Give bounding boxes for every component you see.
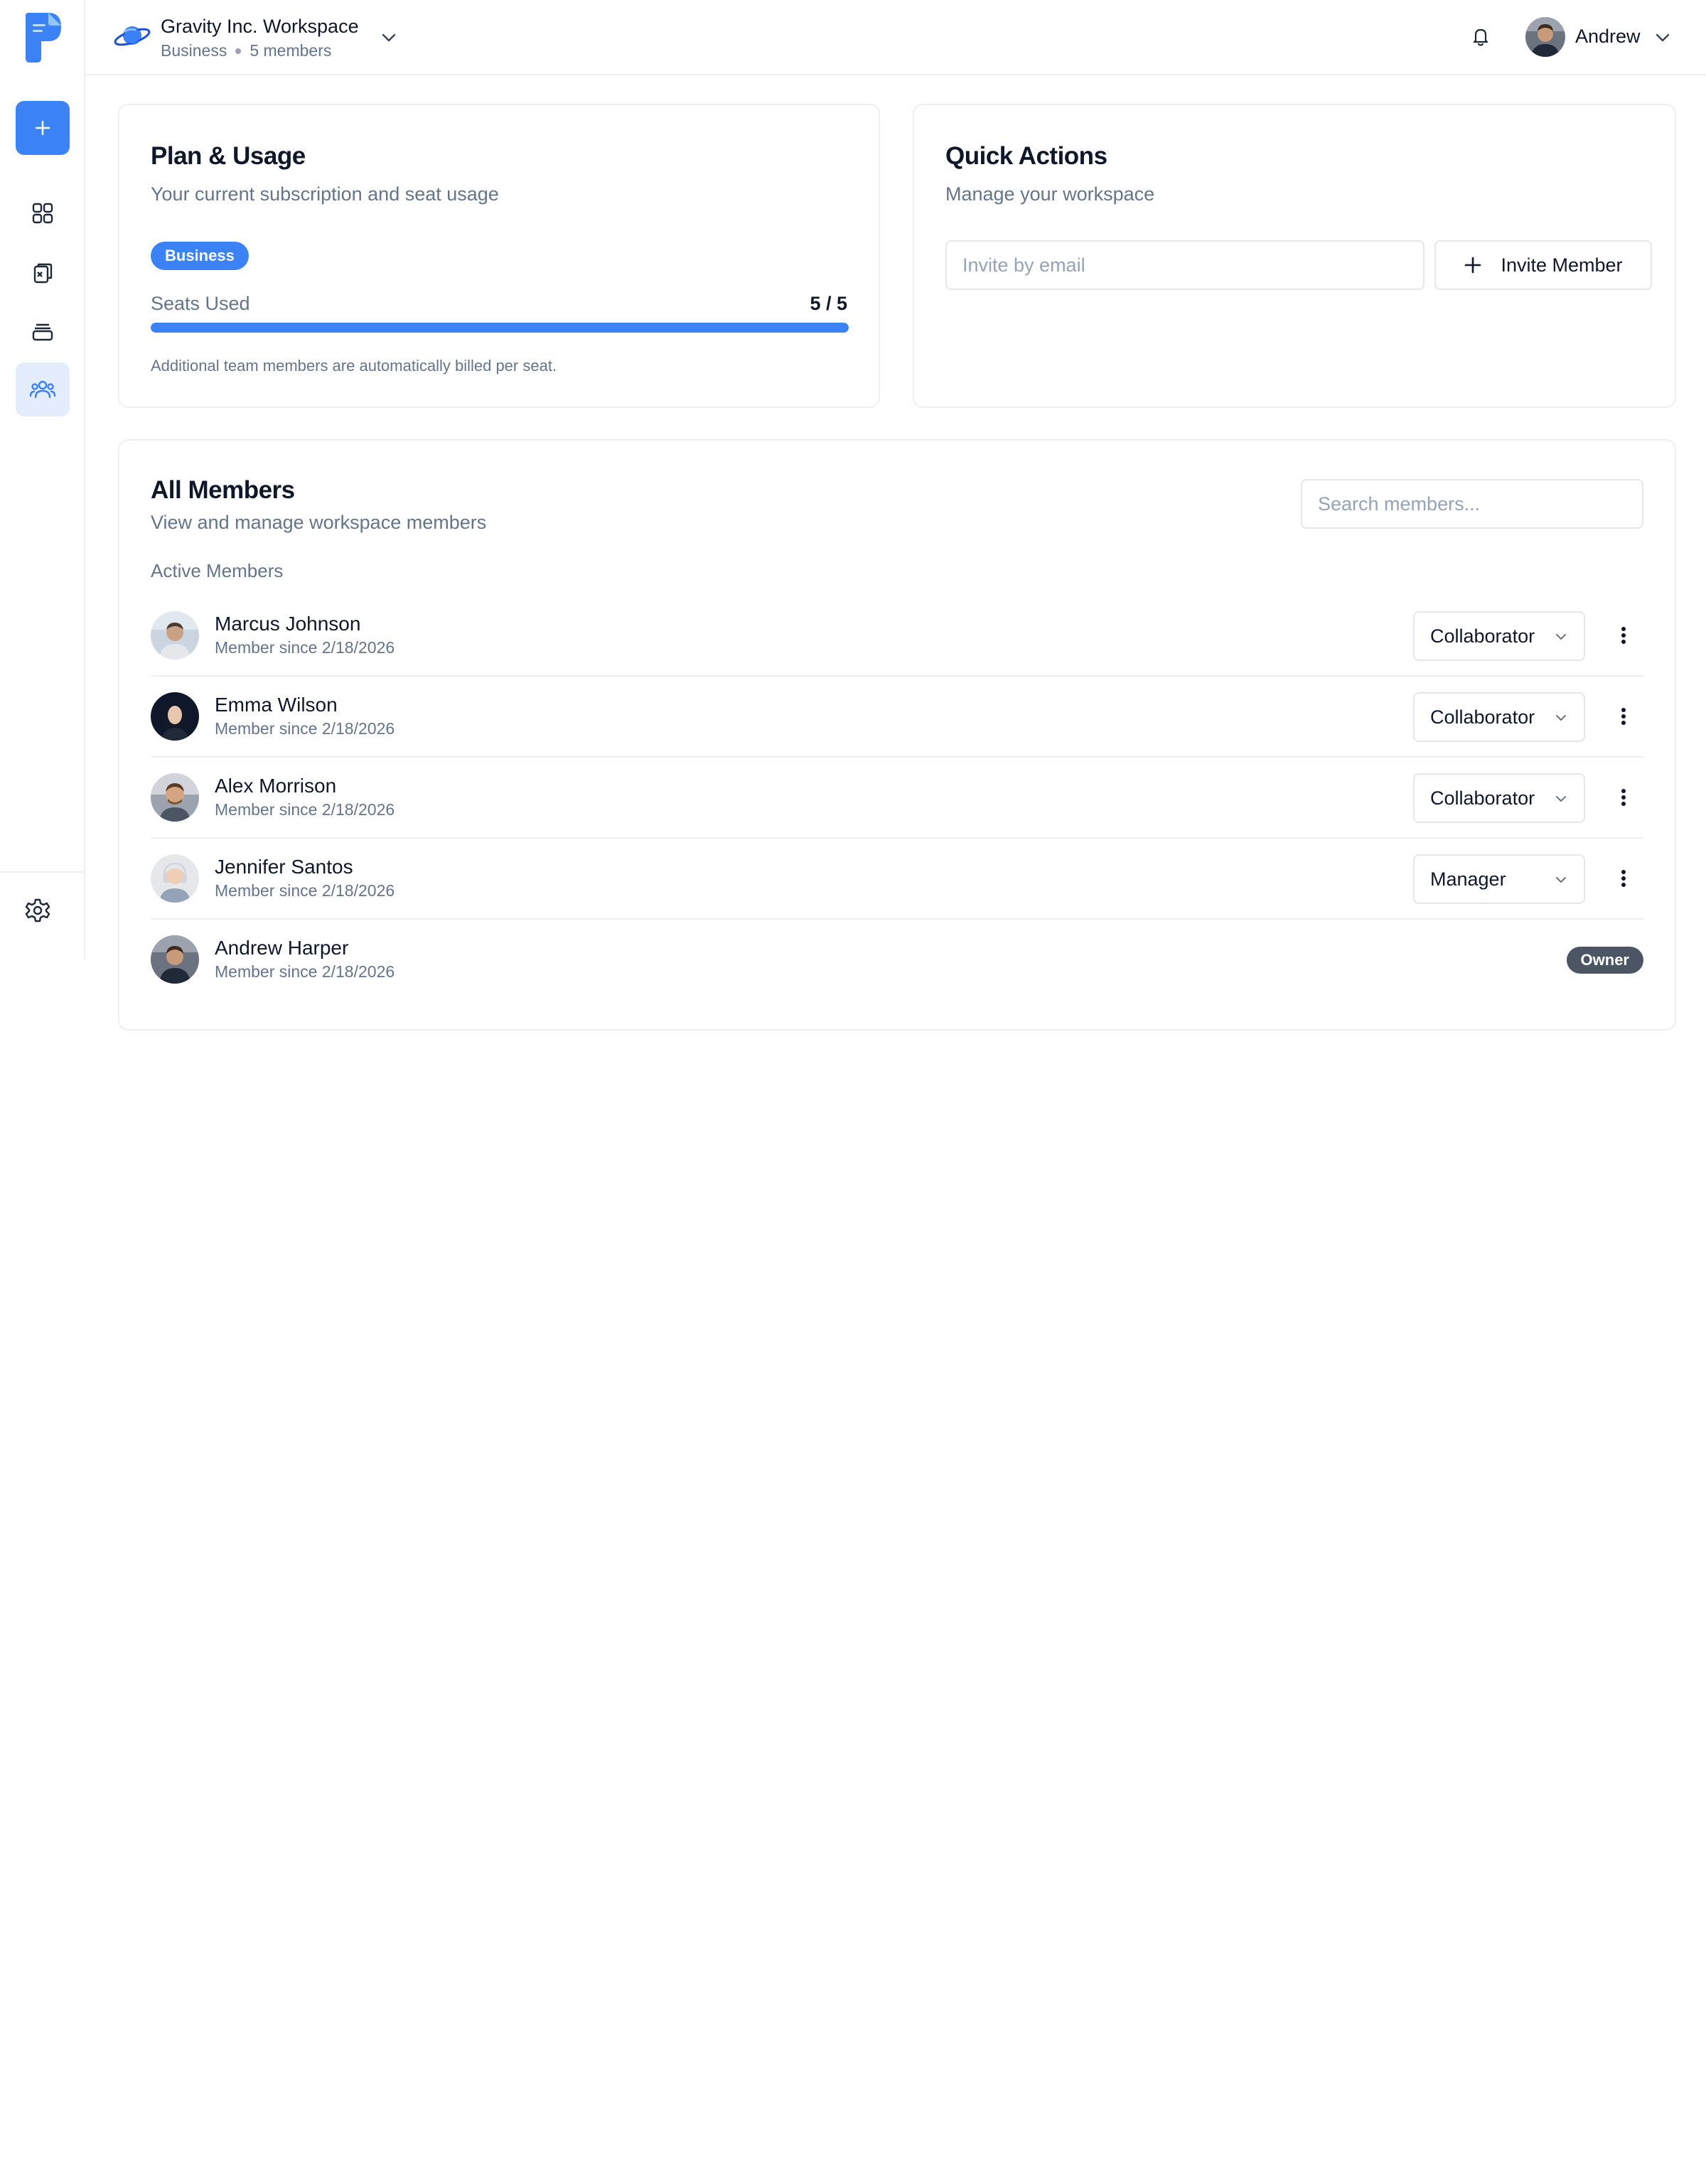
invite-member-label: Invite Member	[1501, 254, 1623, 276]
grid-icon	[32, 203, 53, 224]
role-value: Collaborator	[1430, 706, 1535, 728]
plan-card-subtitle: Your current subscription and seat usage	[151, 183, 499, 205]
sidebar-divider	[0, 871, 85, 873]
chevron-down-icon	[1556, 877, 1566, 883]
chevron-down-icon	[1556, 715, 1566, 721]
sidebar-item-members[interactable]	[16, 362, 70, 416]
member-actions-button[interactable]	[1609, 702, 1638, 731]
settings-button[interactable]	[16, 888, 60, 932]
chevron-down-icon	[1556, 796, 1566, 802]
quick-actions-title: Quick Actions	[945, 142, 1107, 170]
plus-icon	[35, 120, 50, 136]
role-select[interactable]: Manager	[1413, 854, 1585, 904]
member-since: Member since 2/18/2026	[215, 962, 395, 981]
invite-email-input[interactable]	[945, 240, 1425, 290]
owner-badge: Owner	[1566, 947, 1643, 974]
member-row: Marcus Johnson Member since 2/18/2026 Co…	[151, 596, 1643, 677]
members-title: All Members	[151, 476, 295, 504]
member-name: Emma Wilson	[215, 694, 338, 716]
role-value: Manager	[1430, 868, 1506, 890]
member-row: Alex Morrison Member since 2/18/2026 Col…	[151, 758, 1643, 839]
seats-progress-bar	[151, 323, 849, 333]
more-vertical-icon	[1621, 627, 1626, 644]
member-row: Andrew Harper Member since 2/18/2026 Own…	[151, 920, 1643, 1001]
quick-actions-card: Quick Actions Manage your workspace Invi…	[913, 104, 1676, 408]
avatar	[151, 854, 199, 903]
role-value: Collaborator	[1430, 625, 1535, 647]
sidebar-item-documents[interactable]	[16, 246, 70, 300]
plan-badge: Business	[151, 242, 249, 270]
seats-used-value: 5 / 5	[810, 293, 847, 314]
role-value: Collaborator	[1430, 787, 1535, 809]
app-logo-icon[interactable]	[23, 11, 64, 64]
more-vertical-icon	[1621, 870, 1626, 887]
gear-icon	[25, 898, 50, 922]
member-name: Jennifer Santos	[215, 856, 353, 878]
member-since: Member since 2/18/2026	[215, 800, 395, 819]
members-subtitle: View and manage workspace members	[151, 512, 487, 533]
seats-used-label: Seats Used	[151, 293, 250, 314]
active-members-label: Active Members	[151, 560, 284, 581]
avatar	[151, 692, 199, 741]
member-name: Andrew Harper	[215, 937, 349, 959]
member-actions-button[interactable]	[1609, 621, 1638, 650]
user-avatar[interactable]	[1525, 17, 1565, 57]
sidebar-item-archive[interactable]	[16, 304, 70, 358]
workspace-switcher-chevron-icon[interactable]	[380, 28, 398, 47]
chevron-down-icon	[1556, 634, 1566, 640]
all-members-card: All Members View and manage workspace me…	[118, 439, 1676, 1031]
quick-actions-subtitle: Manage your workspace	[945, 183, 1155, 205]
avatar	[151, 773, 199, 822]
sidebar	[0, 0, 85, 959]
more-vertical-icon	[1621, 708, 1626, 725]
member-since: Member since 2/18/2026	[215, 719, 395, 738]
user-menu-chevron-icon[interactable]	[1653, 28, 1672, 47]
member-name: Marcus Johnson	[215, 613, 361, 635]
workspace-name[interactable]: Gravity Inc. Workspace	[161, 16, 359, 38]
member-since: Member since 2/18/2026	[215, 638, 395, 657]
seats-progress-fill	[151, 323, 849, 333]
plan-card-title: Plan & Usage	[151, 142, 306, 170]
member-row: Emma Wilson Member since 2/18/2026 Colla…	[151, 677, 1643, 758]
avatar	[151, 611, 199, 660]
planet-icon	[114, 26, 151, 46]
notification-bell-icon[interactable]	[1469, 24, 1493, 48]
member-name: Alex Morrison	[215, 775, 337, 797]
search-members-input[interactable]	[1301, 479, 1643, 529]
avatar	[151, 935, 199, 984]
clipboard-icon	[33, 263, 53, 284]
more-vertical-icon	[1621, 789, 1626, 806]
member-row: Jennifer Santos Member since 2/18/2026 M…	[151, 839, 1643, 920]
plan-usage-card: Plan & Usage Your current subscription a…	[118, 104, 880, 408]
member-actions-button[interactable]	[1609, 864, 1638, 893]
role-select[interactable]: Collaborator	[1413, 773, 1585, 823]
user-name[interactable]: Andrew	[1575, 26, 1641, 48]
separator-dot	[235, 48, 242, 54]
team-icon	[29, 380, 56, 399]
sidebar-item-dashboard[interactable]	[16, 186, 70, 240]
billing-note: Additional team members are automaticall…	[151, 357, 557, 375]
plus-icon	[1465, 257, 1481, 274]
create-new-button[interactable]	[16, 101, 70, 155]
role-select[interactable]: Collaborator	[1413, 692, 1585, 742]
role-select[interactable]: Collaborator	[1413, 611, 1585, 661]
member-since: Member since 2/18/2026	[215, 881, 395, 900]
invite-member-button[interactable]: Invite Member	[1434, 240, 1652, 290]
top-header: Gravity Inc. Workspace Business 5 member…	[85, 0, 1706, 75]
workspace-meta: Business 5 members	[161, 41, 331, 60]
workspace-plan: Business	[161, 41, 227, 60]
member-actions-button[interactable]	[1609, 783, 1638, 812]
workspace-member-count: 5 members	[250, 41, 332, 60]
archive-icon	[32, 323, 53, 341]
